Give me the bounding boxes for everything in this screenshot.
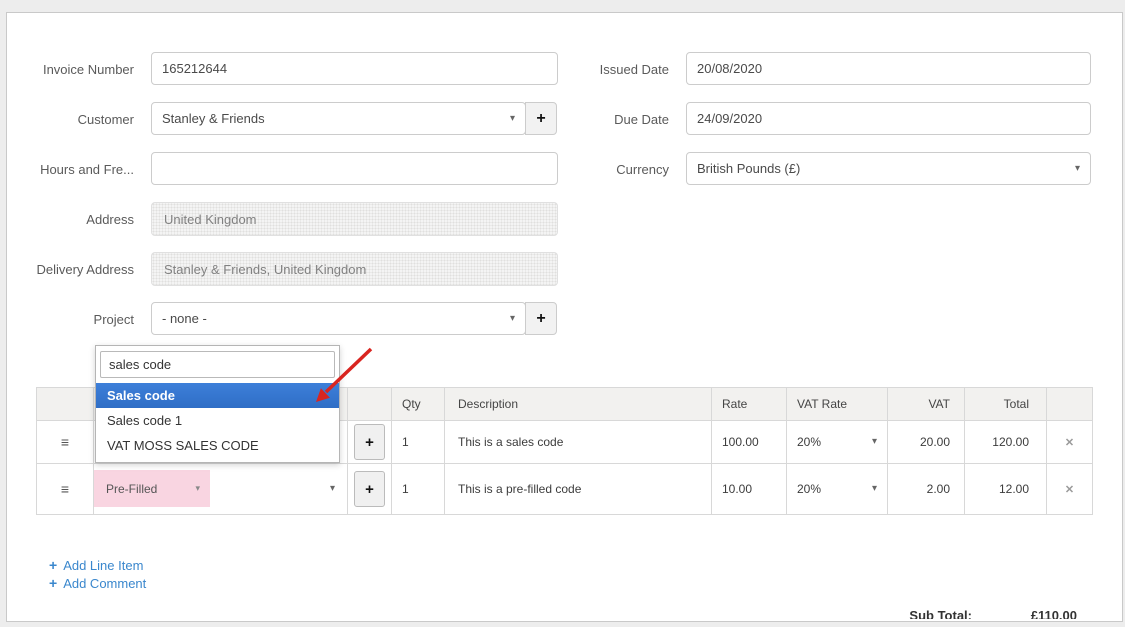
prefilled-select[interactable]: Pre-Filled ▾ — [94, 470, 210, 507]
close-icon: ✕ — [1064, 483, 1075, 496]
vat-rate-value: 20% — [797, 482, 822, 496]
drag-handle-icon[interactable]: ≡ — [61, 434, 69, 450]
hours-frequency-input[interactable] — [151, 152, 558, 185]
sub-total-label: Sub Total: — [909, 608, 972, 619]
chevron-down-icon: ▾ — [871, 483, 877, 494]
plus-icon: + — [49, 575, 58, 591]
add-line-item-label: Add Line Item — [63, 557, 144, 573]
vat-rate-select[interactable]: 20% ▾ — [797, 482, 887, 496]
invoice-number-input[interactable] — [151, 52, 558, 85]
vat-cell: 20.00 — [888, 421, 965, 463]
currency-label: Currency — [616, 162, 669, 177]
add-comment-label: Add Comment — [63, 575, 147, 591]
invoice-number-label: Invoice Number — [42, 62, 134, 77]
delivery-address-label: Delivery Address — [36, 262, 134, 277]
close-icon: ✕ — [1064, 436, 1075, 449]
customer-label: Customer — [77, 112, 134, 127]
table-row: ≡ Pre-Filled ▾ ▾ + 1 This is a pre-fille… — [37, 464, 1092, 514]
sub-total-value: £110.00 — [1030, 608, 1077, 619]
chevron-down-icon: ▾ — [1074, 162, 1080, 174]
header-add-column — [348, 388, 392, 420]
dropdown-option[interactable]: Sales code 1 — [96, 408, 339, 433]
vat-rate-select[interactable]: 20% ▾ — [797, 435, 887, 449]
header-vat-rate: VAT Rate — [787, 388, 888, 420]
total-cell: 12.00 — [965, 464, 1047, 514]
rate-cell[interactable]: 100.00 — [712, 421, 787, 463]
drag-handle-icon[interactable]: ≡ — [61, 481, 69, 497]
due-date-input[interactable] — [686, 102, 1091, 135]
delivery-address-value: Stanley & Friends, United Kingdom — [164, 261, 367, 277]
chevron-down-icon: ▾ — [509, 312, 515, 324]
totals-section: Sub Total: £110.00 — [7, 608, 1120, 619]
add-line-item-link[interactable]: + Add Line Item — [49, 557, 143, 573]
plus-icon: + — [536, 109, 546, 127]
prefilled-select-value: Pre-Filled — [106, 481, 158, 496]
description-cell[interactable]: This is a pre-filled code — [445, 464, 712, 514]
header-delete-column — [1047, 388, 1092, 420]
customer-select-value: Stanley & Friends — [162, 111, 265, 126]
address-field: United Kingdom — [151, 202, 558, 236]
plus-icon: + — [365, 480, 374, 498]
chevron-down-icon[interactable]: ▾ — [330, 484, 335, 494]
rate-cell[interactable]: 10.00 — [712, 464, 787, 514]
header-qty: Qty — [392, 388, 445, 420]
qty-cell[interactable]: 1 — [392, 421, 445, 463]
project-label: Project — [93, 312, 134, 327]
add-comment-link[interactable]: + Add Comment — [49, 575, 146, 591]
plus-icon: + — [49, 557, 58, 573]
address-label: Address — [86, 212, 134, 227]
dropdown-option-highlighted[interactable]: Sales code — [96, 383, 339, 408]
sales-code-search-input[interactable] — [100, 351, 335, 378]
plus-icon: + — [365, 433, 374, 451]
header-rate: Rate — [712, 388, 787, 420]
currency-select[interactable]: British Pounds (£) ▾ — [686, 152, 1091, 185]
chevron-down-icon: ▾ — [509, 112, 515, 124]
header-drag-column — [37, 388, 94, 420]
row-add-code-button[interactable]: + — [354, 424, 385, 460]
address-value: United Kingdom — [164, 211, 257, 227]
sales-code-select-cell[interactable]: Pre-Filled ▾ ▾ — [94, 464, 348, 514]
plus-icon: + — [536, 309, 546, 327]
chevron-down-icon: ▾ — [195, 483, 200, 493]
row-add-code-button[interactable]: + — [354, 471, 385, 507]
issued-date-label: Issued Date — [599, 62, 669, 77]
vat-rate-value: 20% — [797, 435, 822, 449]
delete-row-button[interactable]: ✕ — [1065, 483, 1074, 496]
dropdown-option[interactable]: VAT MOSS SALES CODE — [96, 433, 339, 458]
header-description: Description — [445, 388, 712, 420]
page-background: Invoice Number Customer Stanley & Friend… — [0, 0, 1125, 627]
sales-code-dropdown: Sales code Sales code 1 VAT MOSS SALES C… — [95, 345, 340, 463]
delete-row-button[interactable]: ✕ — [1065, 436, 1074, 449]
header-vat: VAT — [888, 388, 965, 420]
customer-select[interactable]: Stanley & Friends ▾ — [151, 102, 526, 135]
due-date-label: Due Date — [614, 112, 669, 127]
project-select[interactable]: - none - ▾ — [151, 302, 526, 335]
vat-cell: 2.00 — [888, 464, 965, 514]
invoice-form-card: Invoice Number Customer Stanley & Friend… — [6, 12, 1123, 622]
add-project-button[interactable]: + — [525, 302, 557, 335]
currency-select-value: British Pounds (£) — [697, 161, 801, 176]
project-select-value: - none - — [162, 311, 207, 326]
chevron-down-icon: ▾ — [871, 436, 877, 447]
description-cell[interactable]: This is a sales code — [445, 421, 712, 463]
qty-cell[interactable]: 1 — [392, 464, 445, 514]
total-cell: 120.00 — [965, 421, 1047, 463]
delivery-address-field: Stanley & Friends, United Kingdom — [151, 252, 558, 286]
hours-frequency-label: Hours and Fre... — [40, 162, 134, 177]
header-total: Total — [965, 388, 1047, 420]
issued-date-input[interactable] — [686, 52, 1091, 85]
